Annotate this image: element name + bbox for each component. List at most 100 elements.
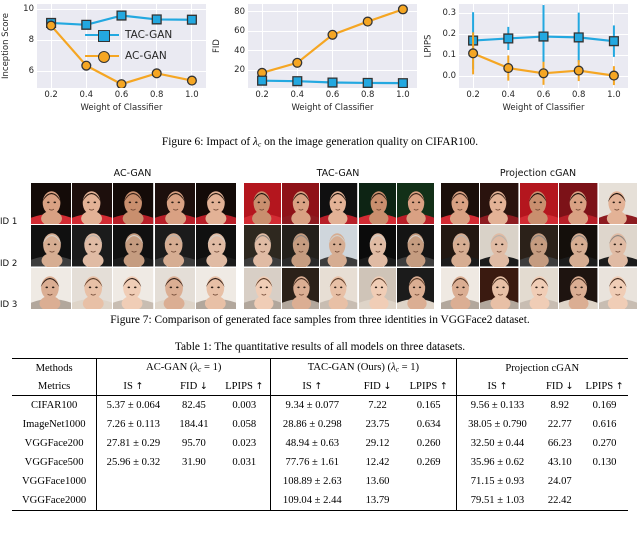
table-row: VGGFace200 27.81 ± 0.29 95.70 0.023 48.94 ± … <box>12 434 628 453</box>
face-sample-cell <box>320 183 358 225</box>
y-axis-tick-label: 0.1 <box>442 50 456 61</box>
x-axis-tick-label: 0.4 <box>501 90 516 100</box>
chart-2-xlabel: Weight of Classifier <box>291 103 374 113</box>
table-cell: 38.05 ± 0.790 <box>455 415 539 434</box>
series-tac-gan <box>258 76 408 87</box>
face-sample-cell <box>31 267 72 309</box>
table-cell: 0.165 <box>401 395 457 415</box>
face-sample-cell <box>154 267 195 309</box>
row-label-id-3: ID 3 <box>0 300 18 310</box>
x-axis-tick-label: 0.2 <box>44 90 58 100</box>
table-header-row-groups: Methods AC-GAN (λc = 1) TAC-GAN (Ours) (λc… <box>12 358 628 377</box>
face-sample-cell <box>113 225 154 267</box>
table-cell: 9.56 ± 0.133 <box>455 395 539 415</box>
face-grid-tac-gan <box>243 182 435 310</box>
data-point-marker <box>539 69 548 78</box>
chart-3-series <box>459 4 628 88</box>
data-point-marker <box>258 76 267 85</box>
table-cell <box>581 472 628 491</box>
face-sample-cell <box>72 267 113 309</box>
face-sample-cell <box>519 183 559 225</box>
table-cell: 71.15 ± 0.93 <box>455 472 539 491</box>
figure-7-caption: Figure 7: Comparison of generated face s… <box>110 314 530 326</box>
figure-7: AC-GAN TAC-GAN Projection cGAN ID 1 ID 2… <box>0 168 640 310</box>
legend-item-tac-gan: TAC-GAN <box>85 24 197 45</box>
series-tac-gan <box>469 5 619 69</box>
series-ac-gan <box>258 5 408 77</box>
table-cell: 0.169 <box>581 395 628 415</box>
data-point-marker <box>504 34 513 43</box>
table-cell: 184.41 <box>179 419 209 430</box>
table-row-label: VGGFace500 <box>24 457 84 468</box>
face-sample-cell <box>320 225 358 267</box>
table-header-metric-fid-0: FID ↓ <box>180 380 208 392</box>
table-row: VGGFace1000 108.89 ± 2.63 13.60 71.15 ± 0.9… <box>12 472 628 491</box>
chart-1-xticks: 0.2 0.4 0.6 0.8 1.0 <box>37 90 206 103</box>
table-cell: 82.45 <box>169 395 219 415</box>
figure-7-group-title-tac-gan: TAC-GAN <box>316 168 360 179</box>
face-sample-cell <box>559 267 598 309</box>
figure-7-group-title-ac-gan: AC-GAN <box>113 168 152 179</box>
table-cell <box>96 491 170 511</box>
x-axis-tick-label: 0.8 <box>360 90 375 100</box>
face-sample-cell <box>31 183 72 225</box>
y-axis-tick-label: 40 <box>234 45 245 56</box>
face-sample-cell <box>358 225 396 267</box>
table-cell: 31.90 <box>182 457 206 468</box>
face-sample-cell <box>72 225 113 267</box>
face-sample-cell <box>282 267 320 309</box>
x-axis-tick-label: 0.4 <box>79 90 94 100</box>
table-header-metric-is-0: IS ↑ <box>96 377 170 396</box>
table-cell: 0.130 <box>592 457 617 468</box>
data-point-marker <box>293 77 302 86</box>
face-sample-cell <box>113 183 154 225</box>
face-sample-cell <box>72 183 113 225</box>
table-header-metric-is-1: IS ↑ <box>270 377 354 396</box>
data-point-marker <box>188 76 197 85</box>
row-label-id-1: ID 1 <box>0 217 18 227</box>
x-axis-tick-label: 0.2 <box>255 90 269 100</box>
face-sample-cell <box>480 267 519 309</box>
face-sample-cell <box>480 183 519 225</box>
data-point-marker <box>47 21 56 30</box>
table-header-metric-lpips-1: LPIPS ↑ <box>409 380 448 392</box>
x-axis-tick-label: 1.0 <box>185 90 199 100</box>
table-cell: 22.77 <box>547 419 572 430</box>
table-header-group-projection-cgan: Projection cGAN <box>455 358 628 377</box>
table-cell: 109.04 ± 2.44 <box>270 491 354 511</box>
legend-item-ac-gan: AC-GAN <box>85 45 197 66</box>
table-row-label: VGGFace200 <box>24 438 84 449</box>
face-sample-cell <box>480 225 519 267</box>
table-header-methods: Methods <box>12 358 97 377</box>
face-sample-cell <box>559 225 598 267</box>
face-sample-cell <box>244 225 282 267</box>
table-row-label: VGGFace2000 <box>22 495 87 506</box>
table-row-label: ImageNet1000 <box>22 419 86 430</box>
table-cell: 27.81 ± 0.29 <box>96 434 170 453</box>
table-cell: 0.616 <box>592 419 617 430</box>
table-row: ImageNet1000 7.26 ± 0.113 184.41 0.058 28.86… <box>12 415 628 434</box>
face-sample-cell <box>195 267 236 309</box>
table-cell: 0.031 <box>232 457 257 468</box>
data-point-marker <box>152 69 161 78</box>
face-sample-cell <box>396 267 434 309</box>
chart-fid: FID 20 40 60 80 0.2 0.4 0.6 0.8 1.0 Weight of C… <box>211 0 421 122</box>
chart-2-plot-area <box>248 4 417 88</box>
table-row-label: CIFAR100 <box>12 395 97 415</box>
table-row-label: VGGFace1000 <box>22 476 87 487</box>
table-cell: 0.260 <box>416 438 441 449</box>
table-cell: 9.34 ± 0.077 <box>270 395 354 415</box>
data-point-marker <box>363 79 372 88</box>
table-cell: 28.86 ± 0.298 <box>270 415 354 434</box>
figure-6: Inception Score 6 8 10 TAC-GAN AC-GAN 0.… <box>0 0 640 122</box>
data-point-marker <box>328 30 337 39</box>
table-cell <box>170 491 219 511</box>
table-cell: 13.79 <box>365 495 390 506</box>
table-cell: 0.270 <box>592 438 617 449</box>
face-sample-cell <box>244 267 282 309</box>
data-point-marker <box>117 80 126 88</box>
y-axis-tick-label: 0.0 <box>442 71 456 82</box>
table-cell: 0.003 <box>218 395 271 415</box>
table-cell: 66.23 <box>547 438 572 449</box>
table-bottom-rule <box>12 510 628 511</box>
